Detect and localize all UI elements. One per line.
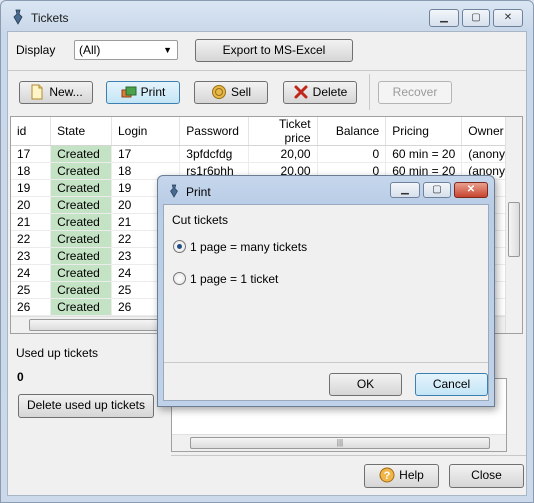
minimize-button[interactable]: ▁	[429, 9, 459, 27]
table-cell: 20,00	[248, 145, 318, 163]
svg-text:?: ?	[384, 470, 391, 482]
column-header[interactable]: Ticket price	[248, 117, 318, 146]
help-button[interactable]: ? Help	[364, 464, 439, 488]
delete-x-icon	[294, 85, 308, 99]
coin-icon	[211, 85, 226, 99]
column-header[interactable]: Login	[111, 117, 181, 146]
used-tickets-title: Used up tickets	[16, 346, 99, 360]
maximize-button[interactable]: ▢	[462, 9, 490, 27]
table-cell: Created	[50, 162, 112, 180]
dialog-close-button[interactable]: ✕	[454, 182, 488, 198]
table-cell: 21	[11, 213, 52, 231]
table-cell: 20	[11, 196, 52, 214]
ok-button[interactable]: OK	[329, 373, 402, 396]
table-row[interactable]: 17 Created 17 3pfdcfdg 20,00 0 60 min = 20 (ano…	[11, 145, 522, 163]
tickets-icon	[121, 86, 137, 98]
column-header[interactable]: State	[50, 117, 112, 146]
table-cell: 17	[111, 145, 181, 163]
table-cell: Created	[50, 213, 112, 231]
grid-vertical-scroll-thumb[interactable]	[508, 202, 520, 257]
table-cell: Created	[50, 230, 112, 248]
option-one-ticket-radio[interactable]	[173, 272, 186, 285]
toolbar-vertical-separator	[369, 74, 370, 110]
export-excel-button[interactable]: Export to MS-Excel	[195, 39, 353, 62]
column-header[interactable]: id	[11, 117, 52, 146]
used-list-scroll-thumb[interactable]: |||	[190, 437, 490, 449]
dialog-maximize-button[interactable]: ▢	[423, 182, 451, 198]
column-header[interactable]: Password	[179, 117, 250, 146]
sell-button-label: Sell	[230, 85, 251, 99]
help-icon: ?	[379, 467, 395, 483]
table-cell: Created	[50, 298, 112, 316]
table-cell: Created	[50, 281, 112, 299]
dialog-button-separator	[164, 362, 488, 363]
table-cell: 22	[11, 230, 52, 248]
column-header[interactable]: Pricing	[385, 117, 463, 146]
table-cell: Created	[50, 247, 112, 265]
delete-button-label: Delete	[312, 85, 348, 99]
grid-horizontal-scroll-thumb[interactable]	[29, 319, 159, 331]
new-button-label: New...	[49, 85, 83, 99]
sell-button[interactable]: Sell	[194, 81, 268, 104]
option-many-tickets-label[interactable]: 1 page = many tickets	[190, 240, 307, 254]
delete-button[interactable]: Delete	[283, 81, 357, 104]
grid-vertical-scrollbar[interactable]	[505, 117, 522, 333]
display-select-value: (All)	[79, 43, 101, 57]
table-cell: Created	[50, 179, 112, 197]
table-cell: Created	[50, 196, 112, 214]
option-one-ticket-label[interactable]: 1 page = 1 ticket	[190, 272, 278, 286]
print-button-label: Print	[140, 85, 166, 99]
column-header[interactable]: Balance	[317, 117, 387, 146]
display-label: Display	[16, 43, 56, 57]
new-document-icon	[31, 84, 43, 100]
table-cell: Created	[50, 145, 112, 163]
table-cell: 24	[11, 264, 52, 282]
dialog-minimize-button[interactable]: ▁	[390, 182, 420, 198]
recover-button[interactable]: Recover	[378, 81, 452, 104]
new-button[interactable]: New...	[19, 81, 93, 104]
app-icon	[13, 9, 23, 25]
table-cell: 19	[11, 179, 52, 197]
table-cell: 17	[11, 145, 52, 163]
table-cell: Created	[50, 264, 112, 282]
print-dialog-body: Cut tickets 1 page = many tickets 1 page…	[163, 204, 489, 401]
title-bar[interactable]: Tickets ▁ ▢ ✕	[1, 1, 533, 31]
help-button-label: Help	[399, 468, 424, 482]
table-cell: 3pfdcfdg	[179, 145, 250, 163]
close-window-button[interactable]: ✕	[493, 9, 523, 27]
delete-used-tickets-button[interactable]: Delete used up tickets	[18, 394, 154, 418]
cut-tickets-label: Cut tickets	[172, 213, 229, 227]
table-header-row: id State Login Password Ticket price Balance P…	[11, 117, 522, 146]
table-cell: 25	[11, 281, 52, 299]
table-cell: 23	[11, 247, 52, 265]
used-list-horizontal-scrollbar[interactable]: |||	[172, 434, 506, 451]
table-cell: 0	[317, 145, 387, 163]
close-button[interactable]: Close	[449, 464, 524, 488]
option-many-tickets-radio[interactable]	[173, 240, 186, 253]
window-title: Tickets	[31, 11, 69, 25]
toolbar-separator	[8, 70, 526, 71]
table-cell: 18	[11, 162, 52, 180]
dialog-title: Print	[186, 185, 211, 199]
used-tickets-count: 0	[17, 370, 24, 384]
cancel-button[interactable]: Cancel	[415, 373, 488, 396]
footer-separator	[171, 455, 526, 456]
dialog-app-icon	[170, 184, 178, 198]
print-button[interactable]: Print	[106, 81, 180, 104]
chevron-down-icon: ▼	[163, 45, 172, 55]
table-cell: 26	[11, 298, 52, 316]
display-select[interactable]: (All) ▼	[74, 40, 178, 60]
table-cell: 60 min = 20	[385, 145, 463, 163]
print-dialog: Print ▁ ▢ ✕ Cut tickets 1 page = many ti…	[157, 175, 495, 407]
